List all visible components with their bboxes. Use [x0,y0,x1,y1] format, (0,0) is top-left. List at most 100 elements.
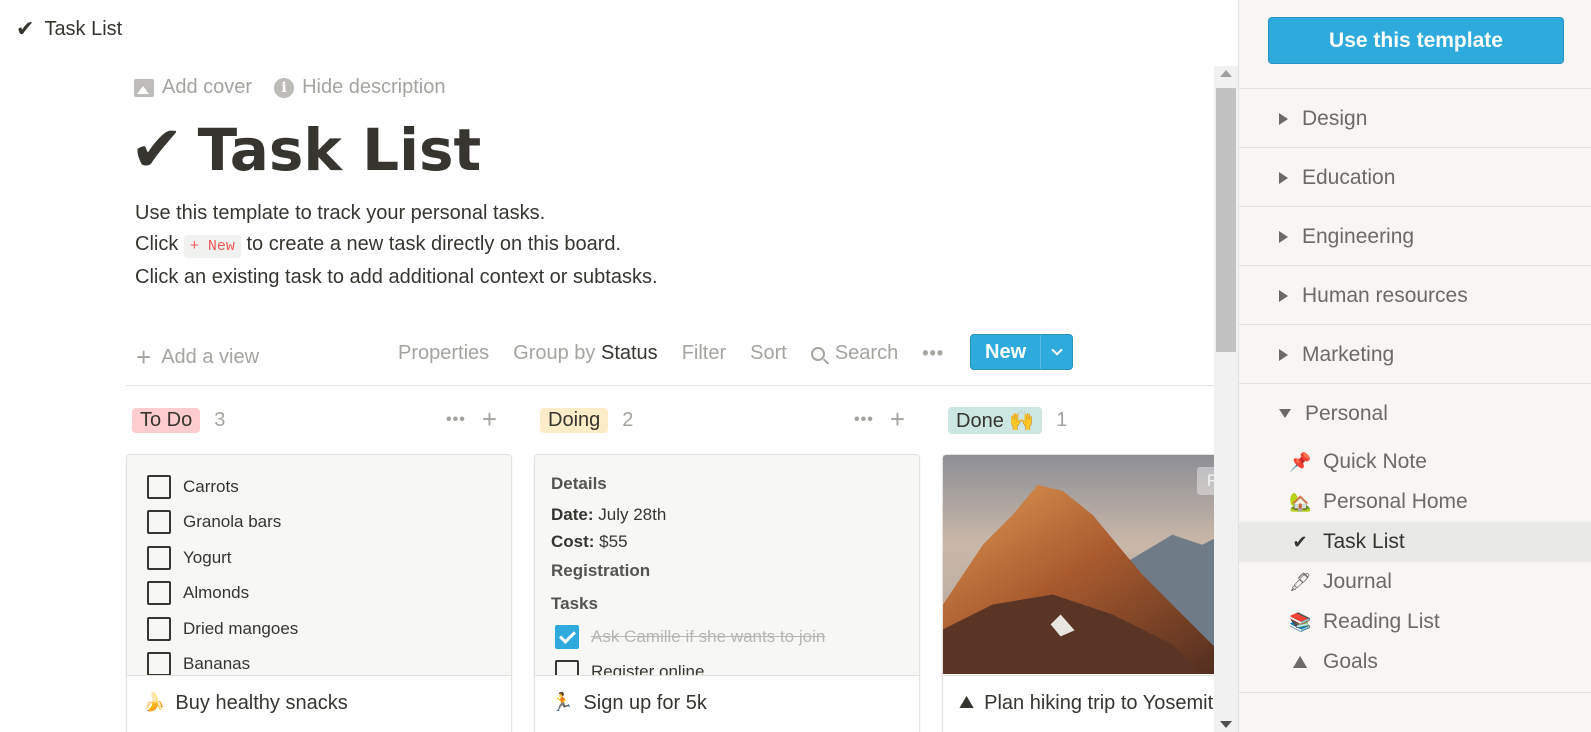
checklist-item: Dried mangoes [147,611,491,647]
triangle-right-icon [1279,230,1288,243]
view-toolbar: + Add a view Properties Group by Status … [126,328,1232,386]
category-marketing[interactable]: Marketing [1239,325,1591,384]
mountain-icon: ⛰ [1292,651,1308,673]
mountain-icon: ⛰ [959,692,975,713]
scrollbar-thumb[interactable] [1216,88,1236,352]
add-card-icon[interactable]: + [482,404,497,435]
page-actions: Add cover i Hide description [134,76,445,99]
properties-button[interactable]: Properties [398,342,489,365]
vertical-scrollbar[interactable] [1214,66,1238,732]
checkbox[interactable] [147,545,171,570]
template-sidebar: Use this template Design Education Engin… [1238,0,1591,732]
scroll-up-arrow-icon[interactable] [1220,70,1232,77]
checklist-item: Register online [551,655,903,675]
books-icon: 📚 [1289,611,1312,633]
check-icon: ✔ [16,16,35,42]
template-reading-list[interactable]: 📚 Reading List [1239,602,1591,642]
card-title-text: Sign up for 5k [583,692,707,714]
search-label: Search [834,342,899,364]
task-card-buy-healthy-snacks[interactable]: Carrots Granola bars Yogurt Almonds Drie… [126,454,512,732]
checkbox[interactable] [147,652,171,675]
checklist-item: Ask Camille if she wants to join [551,619,903,655]
column-actions-doing: ••• + [854,404,905,435]
breadcrumb-title[interactable]: Task List [44,18,122,41]
checklist-item: Granola bars [147,505,491,541]
checkbox[interactable] [147,581,171,606]
page-title-text[interactable]: Task List [198,121,482,179]
runner-icon: 🏃 [551,692,574,713]
checkbox[interactable] [147,474,171,499]
column-count: 3 [214,408,226,431]
new-button[interactable]: New [971,335,1040,369]
filter-button[interactable]: Filter [682,342,726,365]
check-icon: ✔ [1292,531,1308,553]
add-card-icon[interactable]: + [890,404,905,435]
template-journal[interactable]: 🖋 Journal [1239,562,1591,602]
category-human-resources[interactable]: Human resources [1239,266,1591,325]
info-icon: i [274,77,295,98]
checkbox[interactable] [147,616,171,641]
category-engineering[interactable]: Engineering [1239,207,1591,266]
more-options-icon[interactable]: ••• [446,411,466,429]
checklist-item: Almonds [147,576,491,612]
new-dropdown-button[interactable] [1040,335,1072,369]
column-count: 1 [1056,408,1068,431]
more-options-icon[interactable]: ••• [922,343,944,364]
description-line-2: Click + New to create a new task directl… [135,229,658,263]
page-content: Add cover i Hide description ✔ Task List… [0,58,1232,732]
group-by-button[interactable]: Group by Status [513,342,658,365]
template-personal-home[interactable]: 🏡 Personal Home [1239,482,1591,522]
pushpin-icon: 📌 [1289,451,1312,473]
triangle-right-icon [1279,289,1288,302]
category-education[interactable]: Education [1239,148,1591,207]
date-line: Date: July 28th [551,505,667,524]
status-tag[interactable]: Doing [540,407,609,433]
triangle-down-icon [1279,409,1291,418]
checklist: Carrots Granola bars Yogurt Almonds Drie… [127,455,511,675]
chevron-down-icon [1050,344,1063,356]
add-cover-button[interactable]: Add cover [134,76,252,99]
scroll-down-arrow-icon[interactable] [1220,721,1232,728]
template-goals[interactable]: ⛰ Goals [1239,642,1591,682]
card-preview: Carrots Granola bars Yogurt Almonds Drie… [127,455,511,675]
status-tag[interactable]: To Do [132,407,201,433]
tasks-heading: Tasks [551,594,598,613]
column-header-todo: To Do 3 [132,406,225,434]
page-check-icon: ✔ [130,113,184,187]
checklist-item: Carrots [147,469,491,505]
card-title: 🏃 Sign up for 5k [535,675,919,732]
cost-line: Cost: $55 [551,532,628,551]
description-line-1: Use this template to track your personal… [135,202,546,224]
column-header-done: Done 🙌 1 [948,406,1067,434]
search-icon [810,346,825,361]
sort-button[interactable]: Sort [750,342,787,365]
card-details: Details Date: July 28th Cost: $55 Regist… [535,455,919,675]
checkbox[interactable] [147,510,171,535]
hide-description-button[interactable]: i Hide description [274,76,445,99]
task-card-sign-up-for-5k[interactable]: Details Date: July 28th Cost: $55 Regist… [534,454,920,732]
new-button-group: New [970,334,1074,370]
category-personal[interactable]: Personal [1239,384,1591,443]
page-description: Use this template to track your personal… [135,198,658,293]
checkbox-checked[interactable] [555,624,579,649]
search-button[interactable]: Search [810,342,899,365]
status-tag[interactable]: Done 🙌 [948,406,1043,434]
triangle-right-icon [1279,112,1288,125]
checklist-item: Bananas [147,647,491,675]
plus-icon: + [136,342,152,372]
task-card-plan-hiking-trip[interactable]: Rep ⛰ Plan hiking trip to Yosemite [942,454,1232,732]
template-quick-note[interactable]: 📌 Quick Note [1239,442,1591,482]
use-template-button[interactable]: Use this template [1268,17,1564,64]
category-design[interactable]: Design [1239,89,1591,148]
card-title-text: Buy healthy snacks [175,692,348,714]
page-title: ✔ Task List [130,118,481,182]
checkbox[interactable] [555,660,579,675]
inline-code: + New [183,234,241,258]
more-options-icon[interactable]: ••• [854,411,874,429]
top-bar: ✔ Task List [0,0,1238,58]
banana-icon: 🍌 [143,692,166,713]
card-title-text: Plan hiking trip to Yosemite [984,692,1225,714]
template-task-list[interactable]: ✔ Task List [1239,522,1591,562]
registration-heading: Registration [551,561,651,580]
add-view-button[interactable]: + Add a view [136,342,259,373]
